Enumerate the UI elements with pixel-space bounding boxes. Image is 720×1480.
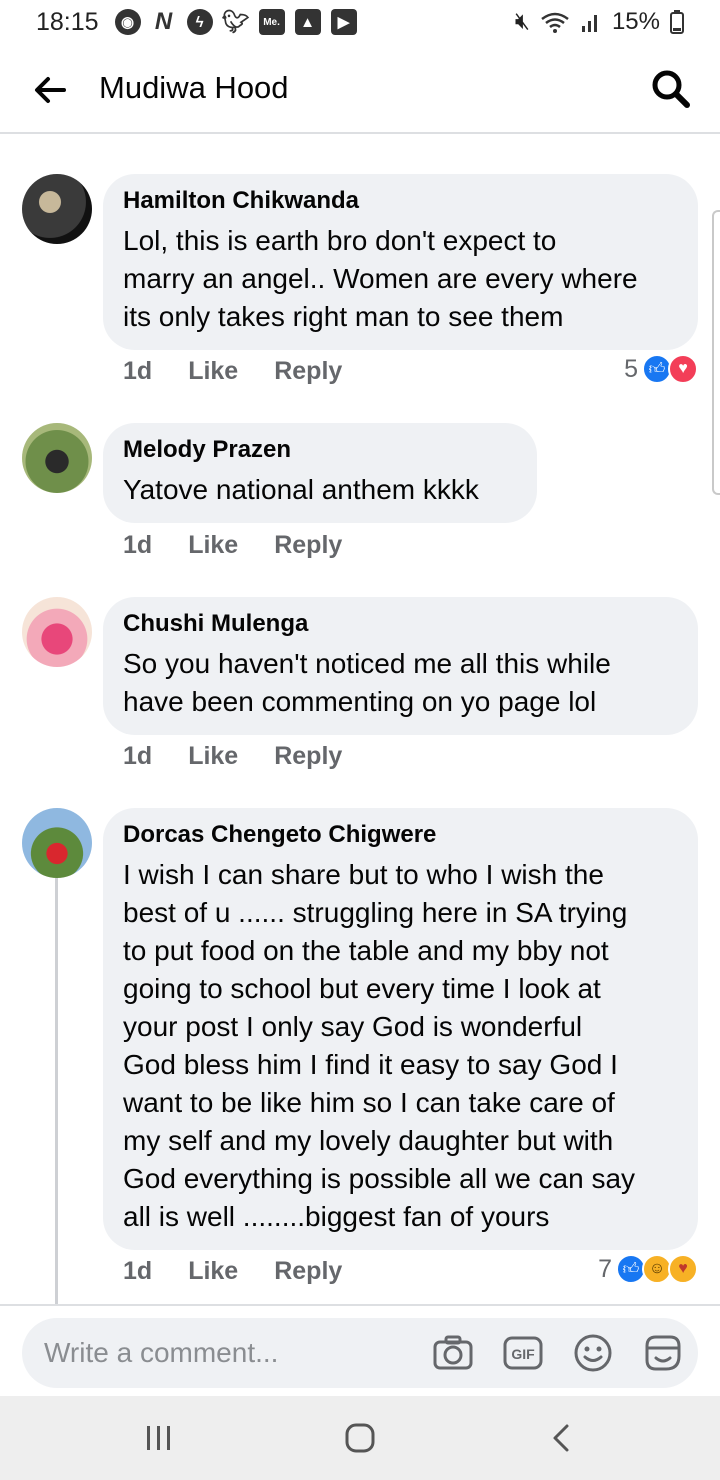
- comment-author[interactable]: Hamilton Chikwanda: [123, 186, 678, 216]
- comment-time: 1d: [123, 357, 153, 385]
- reply-button[interactable]: Reply: [274, 531, 342, 560]
- avatar[interactable]: [22, 597, 92, 667]
- comment-actions: 1d Like Reply: [123, 531, 342, 560]
- comment-actions: 1d Like Reply: [123, 742, 342, 771]
- avatar[interactable]: [22, 808, 92, 878]
- avatar[interactable]: [22, 423, 92, 493]
- notification-n-icon: N: [154, 8, 173, 35]
- comment-bubble: Dorcas Chengeto Chigwere I wish I can sh…: [103, 808, 698, 1250]
- comment-text: I wish I can share but to who I wish the…: [123, 859, 636, 1232]
- reaction-summary[interactable]: 7 👍︎ ☺ ♥: [598, 1254, 698, 1284]
- back-nav-icon[interactable]: [542, 1418, 582, 1458]
- like-button[interactable]: Like: [188, 1257, 238, 1286]
- like-button[interactable]: Like: [188, 357, 238, 386]
- app-header: Mudiwa Hood: [0, 44, 720, 134]
- comment-composer-bar: GIF: [0, 1304, 720, 1396]
- love-reaction-icon: ♥: [668, 354, 698, 384]
- svg-text:GIF: GIF: [511, 1346, 535, 1362]
- battery-icon: [670, 10, 684, 34]
- comment-bubble: Hamilton Chikwanda Lol, this is earth br…: [103, 174, 698, 350]
- like-button[interactable]: Like: [188, 531, 238, 560]
- status-bar: 18:15 ◉ N ϟ 🐦︎ Me. ▲ ▶ 🔇︎ 15%: [0, 0, 720, 44]
- comment-text: Yatove national anthem kkkk: [123, 474, 479, 505]
- comment-input[interactable]: [44, 1318, 414, 1388]
- status-time: 18:15: [36, 7, 99, 36]
- camera-icon[interactable]: [432, 1332, 474, 1374]
- recent-apps-icon[interactable]: [139, 1418, 179, 1458]
- avatar[interactable]: [22, 174, 92, 244]
- search-icon[interactable]: [650, 68, 692, 110]
- reaction-count: 5: [624, 354, 638, 383]
- home-icon[interactable]: [340, 1418, 380, 1458]
- reply-button[interactable]: Reply: [274, 742, 342, 771]
- reply-button[interactable]: Reply: [274, 357, 342, 386]
- comment-time: 1d: [123, 1257, 153, 1285]
- comment-time: 1d: [123, 531, 153, 559]
- gallery-icon: ▲: [294, 9, 321, 35]
- mute-icon: 🔇︎: [514, 8, 530, 35]
- thread-line: [55, 878, 58, 1304]
- reply-button[interactable]: Reply: [274, 1257, 342, 1286]
- notification-icon: ◉: [114, 9, 141, 35]
- system-nav-bar: [0, 1396, 720, 1480]
- youtube-icon: ▶: [330, 9, 357, 35]
- emoji-icon[interactable]: [572, 1332, 614, 1374]
- reaction-summary[interactable]: 5 👍︎ ♥: [624, 354, 698, 384]
- sticker-icon[interactable]: [642, 1332, 684, 1374]
- battery-percent: 15%: [611, 8, 660, 35]
- messenger-icon: ϟ: [186, 9, 213, 35]
- scrollbar[interactable]: [712, 210, 720, 495]
- comment-author[interactable]: Melody Prazen: [123, 435, 517, 465]
- page-title: Mudiwa Hood: [99, 70, 289, 105]
- twitter-icon: 🐦︎: [221, 9, 250, 34]
- comment-bubble: Melody Prazen Yatove national anthem kkk…: [103, 423, 537, 523]
- comment-author[interactable]: Chushi Mulenga: [123, 609, 678, 639]
- care-reaction-icon: ♥: [668, 1254, 698, 1284]
- comment-text: So you haven't noticed me all this while…: [123, 648, 611, 717]
- signal-icon: [581, 15, 597, 32]
- like-button[interactable]: Like: [188, 742, 238, 771]
- reaction-count: 7: [598, 1254, 612, 1283]
- comment-composer: GIF: [22, 1318, 698, 1388]
- gif-icon[interactable]: GIF: [502, 1332, 544, 1374]
- comment-actions: 1d Like Reply: [123, 357, 342, 386]
- comment-bubble: Chushi Mulenga So you haven't noticed me…: [103, 597, 698, 735]
- wifi-icon: [541, 12, 569, 33]
- arrow-left-icon[interactable]: [30, 70, 70, 110]
- comment-text: Lol, this is earth bro don't expect to m…: [123, 225, 638, 332]
- comment-author[interactable]: Dorcas Chengeto Chigwere: [123, 820, 678, 850]
- comment-time: 1d: [123, 742, 153, 770]
- me-app-icon: Me.: [258, 9, 285, 35]
- comment-actions: 1d Like Reply: [123, 1257, 342, 1286]
